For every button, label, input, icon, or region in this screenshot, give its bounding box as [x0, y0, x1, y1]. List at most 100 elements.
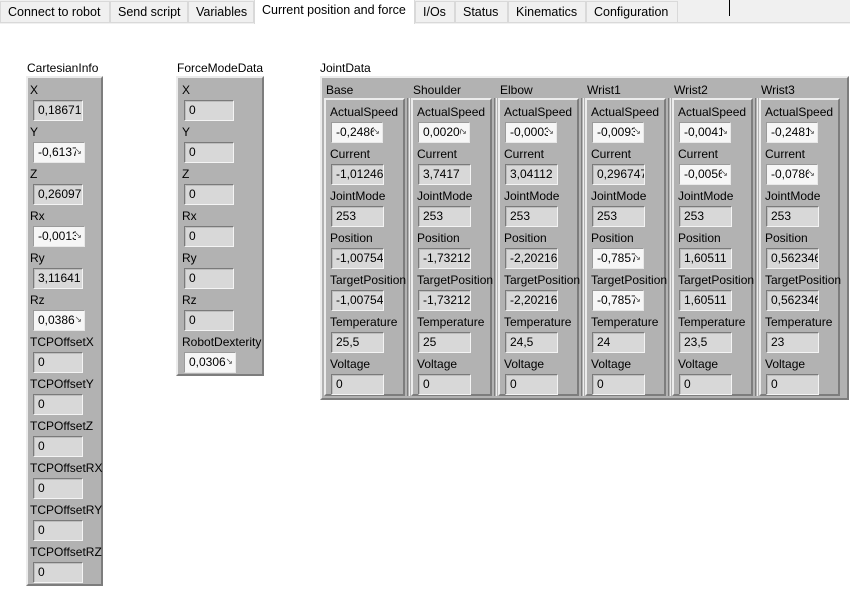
joint-base-actualspeed-field[interactable]: -0,2486 ↘	[331, 122, 383, 143]
cartesian-tcpoffsetz-field[interactable]: 0	[33, 436, 83, 457]
tab-kinematics[interactable]: Kinematics	[508, 1, 586, 22]
joint-elbow-targetposition-label: TargetPosition	[504, 273, 581, 287]
joint-shoulder-jointmode-label: JointMode	[417, 189, 473, 203]
joint-base-current-field[interactable]: -1,01246	[331, 164, 384, 185]
joint-wrist1-current-label: Current	[591, 147, 632, 161]
forcemode-rz-field[interactable]: 0	[184, 310, 234, 331]
joint-wrist3-targetposition-field[interactable]: 0,562346	[766, 290, 819, 311]
joint-elbow-actualspeed-field[interactable]: -0,0003 ↘	[505, 122, 557, 143]
joint-wrist1-position-field-value: -0,7857	[597, 251, 635, 265]
cartesian-rx-field[interactable]: -0,0013 ↘	[33, 226, 85, 247]
joint-wrist1-voltage-label: Voltage	[591, 357, 632, 371]
joint-wrist2-voltage-field[interactable]: 0	[679, 374, 732, 395]
tab-current-position-and-force[interactable]: Current position and force	[254, 0, 415, 24]
joint-wrist1-current-field[interactable]: 0,296747	[592, 164, 645, 185]
joint-base-voltage-field[interactable]: 0	[331, 374, 384, 395]
cartesian-z-field[interactable]: 0,26097	[33, 184, 83, 205]
joint-elbow-actualspeed-label: ActualSpeed	[504, 105, 573, 119]
cartesian-tcpoffsety-field[interactable]: 0	[33, 394, 83, 415]
cartesian-tcpoffsetx-field[interactable]: 0	[33, 352, 83, 373]
joint-wrist1-position-label: Position	[591, 231, 634, 245]
joint-wrist2-targetposition-field[interactable]: 1,60511	[679, 290, 732, 311]
joint-shoulder-current-field[interactable]: 3,7417	[418, 164, 471, 185]
tab-ios[interactable]: I/Os	[415, 1, 455, 22]
cartesian-y-field[interactable]: -0,6137 ↘	[33, 142, 85, 163]
joint-wrist3-current-field[interactable]: -0,0786 ↘	[766, 164, 818, 185]
joint-wrist1-voltage-field[interactable]: 0	[592, 374, 645, 395]
joint-wrist3-position-label: Position	[765, 231, 808, 245]
joint-wrist2-current-field[interactable]: -0,0056 ↘	[679, 164, 731, 185]
joint-wrist1-temperature-field[interactable]: 24	[592, 332, 645, 353]
cartesian-rz-field[interactable]: 0,0386 ↘	[33, 310, 85, 331]
cartesian-tcpoffsetrx-field[interactable]: 0	[33, 478, 83, 499]
joint-wrist3-temperature-label: Temperature	[765, 315, 833, 329]
joint-elbow-header: Elbow	[500, 83, 533, 97]
joint-base-position-field[interactable]: -1,00754	[331, 248, 384, 269]
tab-configuration[interactable]: Configuration	[586, 1, 678, 22]
forcemode-rx-label: Rx	[182, 209, 197, 223]
joint-wrist2-jointmode-field[interactable]: 253	[679, 206, 732, 227]
joint-base-targetposition-field[interactable]: -1,00754	[331, 290, 384, 311]
joint-elbow-current-label: Current	[504, 147, 545, 161]
forcemode-ry-field[interactable]: 0	[184, 268, 234, 289]
joint-elbow-current-field[interactable]: 3,04112	[505, 164, 558, 185]
joint-base-temperature-field[interactable]: 25,5	[331, 332, 384, 353]
joint-wrist2-temperature-field[interactable]: 23,5	[679, 332, 732, 353]
joint-wrist1-jointmode-field[interactable]: 253	[592, 206, 645, 227]
forcemode-z-field[interactable]: 0	[184, 184, 234, 205]
joint-wrist3-jointmode-field[interactable]: 253	[766, 206, 819, 227]
joint-base-voltage-label: Voltage	[330, 357, 371, 371]
joint-wrist1-jointmode-label: JointMode	[591, 189, 647, 203]
cartesian-info-title: CartesianInfo	[27, 61, 99, 75]
cartesian-tcpoffsetry-label: TCPOffsetRY	[30, 503, 103, 517]
joint-column-separator	[755, 98, 758, 396]
joint-wrist2-voltage-label: Voltage	[678, 357, 719, 371]
forcemode-x-field[interactable]: 0	[184, 100, 234, 121]
joint-wrist2-actualspeed-field-value: -0,0041	[684, 125, 722, 139]
cartesian-tcpoffsetry-field[interactable]: 0	[33, 520, 83, 541]
joint-elbow-voltage-field[interactable]: 0	[505, 374, 558, 395]
tab-connect-to-robot[interactable]: Connect to robot	[0, 1, 110, 22]
joint-elbow-jointmode-field[interactable]: 253	[505, 206, 558, 227]
joint-wrist3-actualspeed-field[interactable]: -0,2481 ↘	[766, 122, 818, 143]
joint-wrist1-actualspeed-field[interactable]: -0,0093 ↘	[592, 122, 644, 143]
forcemode-rx-field[interactable]: 0	[184, 226, 234, 247]
cartesian-ry-field[interactable]: 3,11641	[33, 268, 83, 289]
joint-wrist2-position-field[interactable]: 1,60511	[679, 248, 732, 269]
joint-shoulder-position-field[interactable]: -1,73212	[418, 248, 471, 269]
cartesian-x-field[interactable]: 0,186715	[33, 100, 83, 121]
joint-shoulder-temperature-field[interactable]: 25	[418, 332, 471, 353]
joint-wrist2-actualspeed-field[interactable]: -0,0041 ↘	[679, 122, 731, 143]
tab-send-script[interactable]: Send script	[110, 1, 188, 22]
joint-shoulder-panel: ActualSpeed 0,00206↘ Current 3,7417 JointMod…	[411, 98, 493, 396]
joint-elbow-temperature-field[interactable]: 24,5	[505, 332, 558, 353]
tab-status[interactable]: Status	[455, 1, 508, 22]
resize-arrow-icon: ↘	[372, 126, 380, 136]
joint-base-targetposition-label: TargetPosition	[330, 273, 407, 287]
joint-wrist2-position-label: Position	[678, 231, 721, 245]
joint-shoulder-jointmode-field[interactable]: 253	[418, 206, 471, 227]
resize-arrow-icon: ↘	[74, 146, 82, 156]
joint-shoulder-actualspeed-field[interactable]: 0,00206↘	[418, 122, 470, 143]
joint-wrist3-position-field[interactable]: 0,562346	[766, 248, 819, 269]
tab-variables[interactable]: Variables	[188, 1, 254, 22]
joint-shoulder-voltage-field[interactable]: 0	[418, 374, 471, 395]
joint-column-separator	[581, 98, 584, 396]
joint-shoulder-targetposition-field[interactable]: -1,73212	[418, 290, 471, 311]
cartesian-tcpoffsetrz-field[interactable]: 0	[33, 562, 83, 583]
forcemode-robotdexterity-label: RobotDexterity	[182, 335, 262, 349]
forcemode-y-field[interactable]: 0	[184, 142, 234, 163]
forcemode-robotdexterity-field[interactable]: 0,0306 ↘	[184, 352, 236, 373]
joint-wrist2-panel: ActualSpeed -0,0041 ↘ Current -0,0056 ↘ JointM…	[672, 98, 754, 396]
joint-shoulder-voltage-label: Voltage	[417, 357, 458, 371]
joint-wrist1-position-field[interactable]: -0,7857 ↘	[592, 248, 644, 269]
joint-elbow-position-label: Position	[504, 231, 547, 245]
joint-shoulder-temperature-label: Temperature	[417, 315, 485, 329]
joint-elbow-position-field[interactable]: -2,20216	[505, 248, 558, 269]
joint-wrist1-targetposition-field[interactable]: -0,7857 ↘	[592, 290, 644, 311]
joint-wrist1-temperature-label: Temperature	[591, 315, 659, 329]
joint-elbow-targetposition-field[interactable]: -2,20216	[505, 290, 558, 311]
joint-wrist3-voltage-field[interactable]: 0	[766, 374, 819, 395]
joint-wrist3-temperature-field[interactable]: 23	[766, 332, 819, 353]
joint-base-jointmode-field[interactable]: 253	[331, 206, 384, 227]
